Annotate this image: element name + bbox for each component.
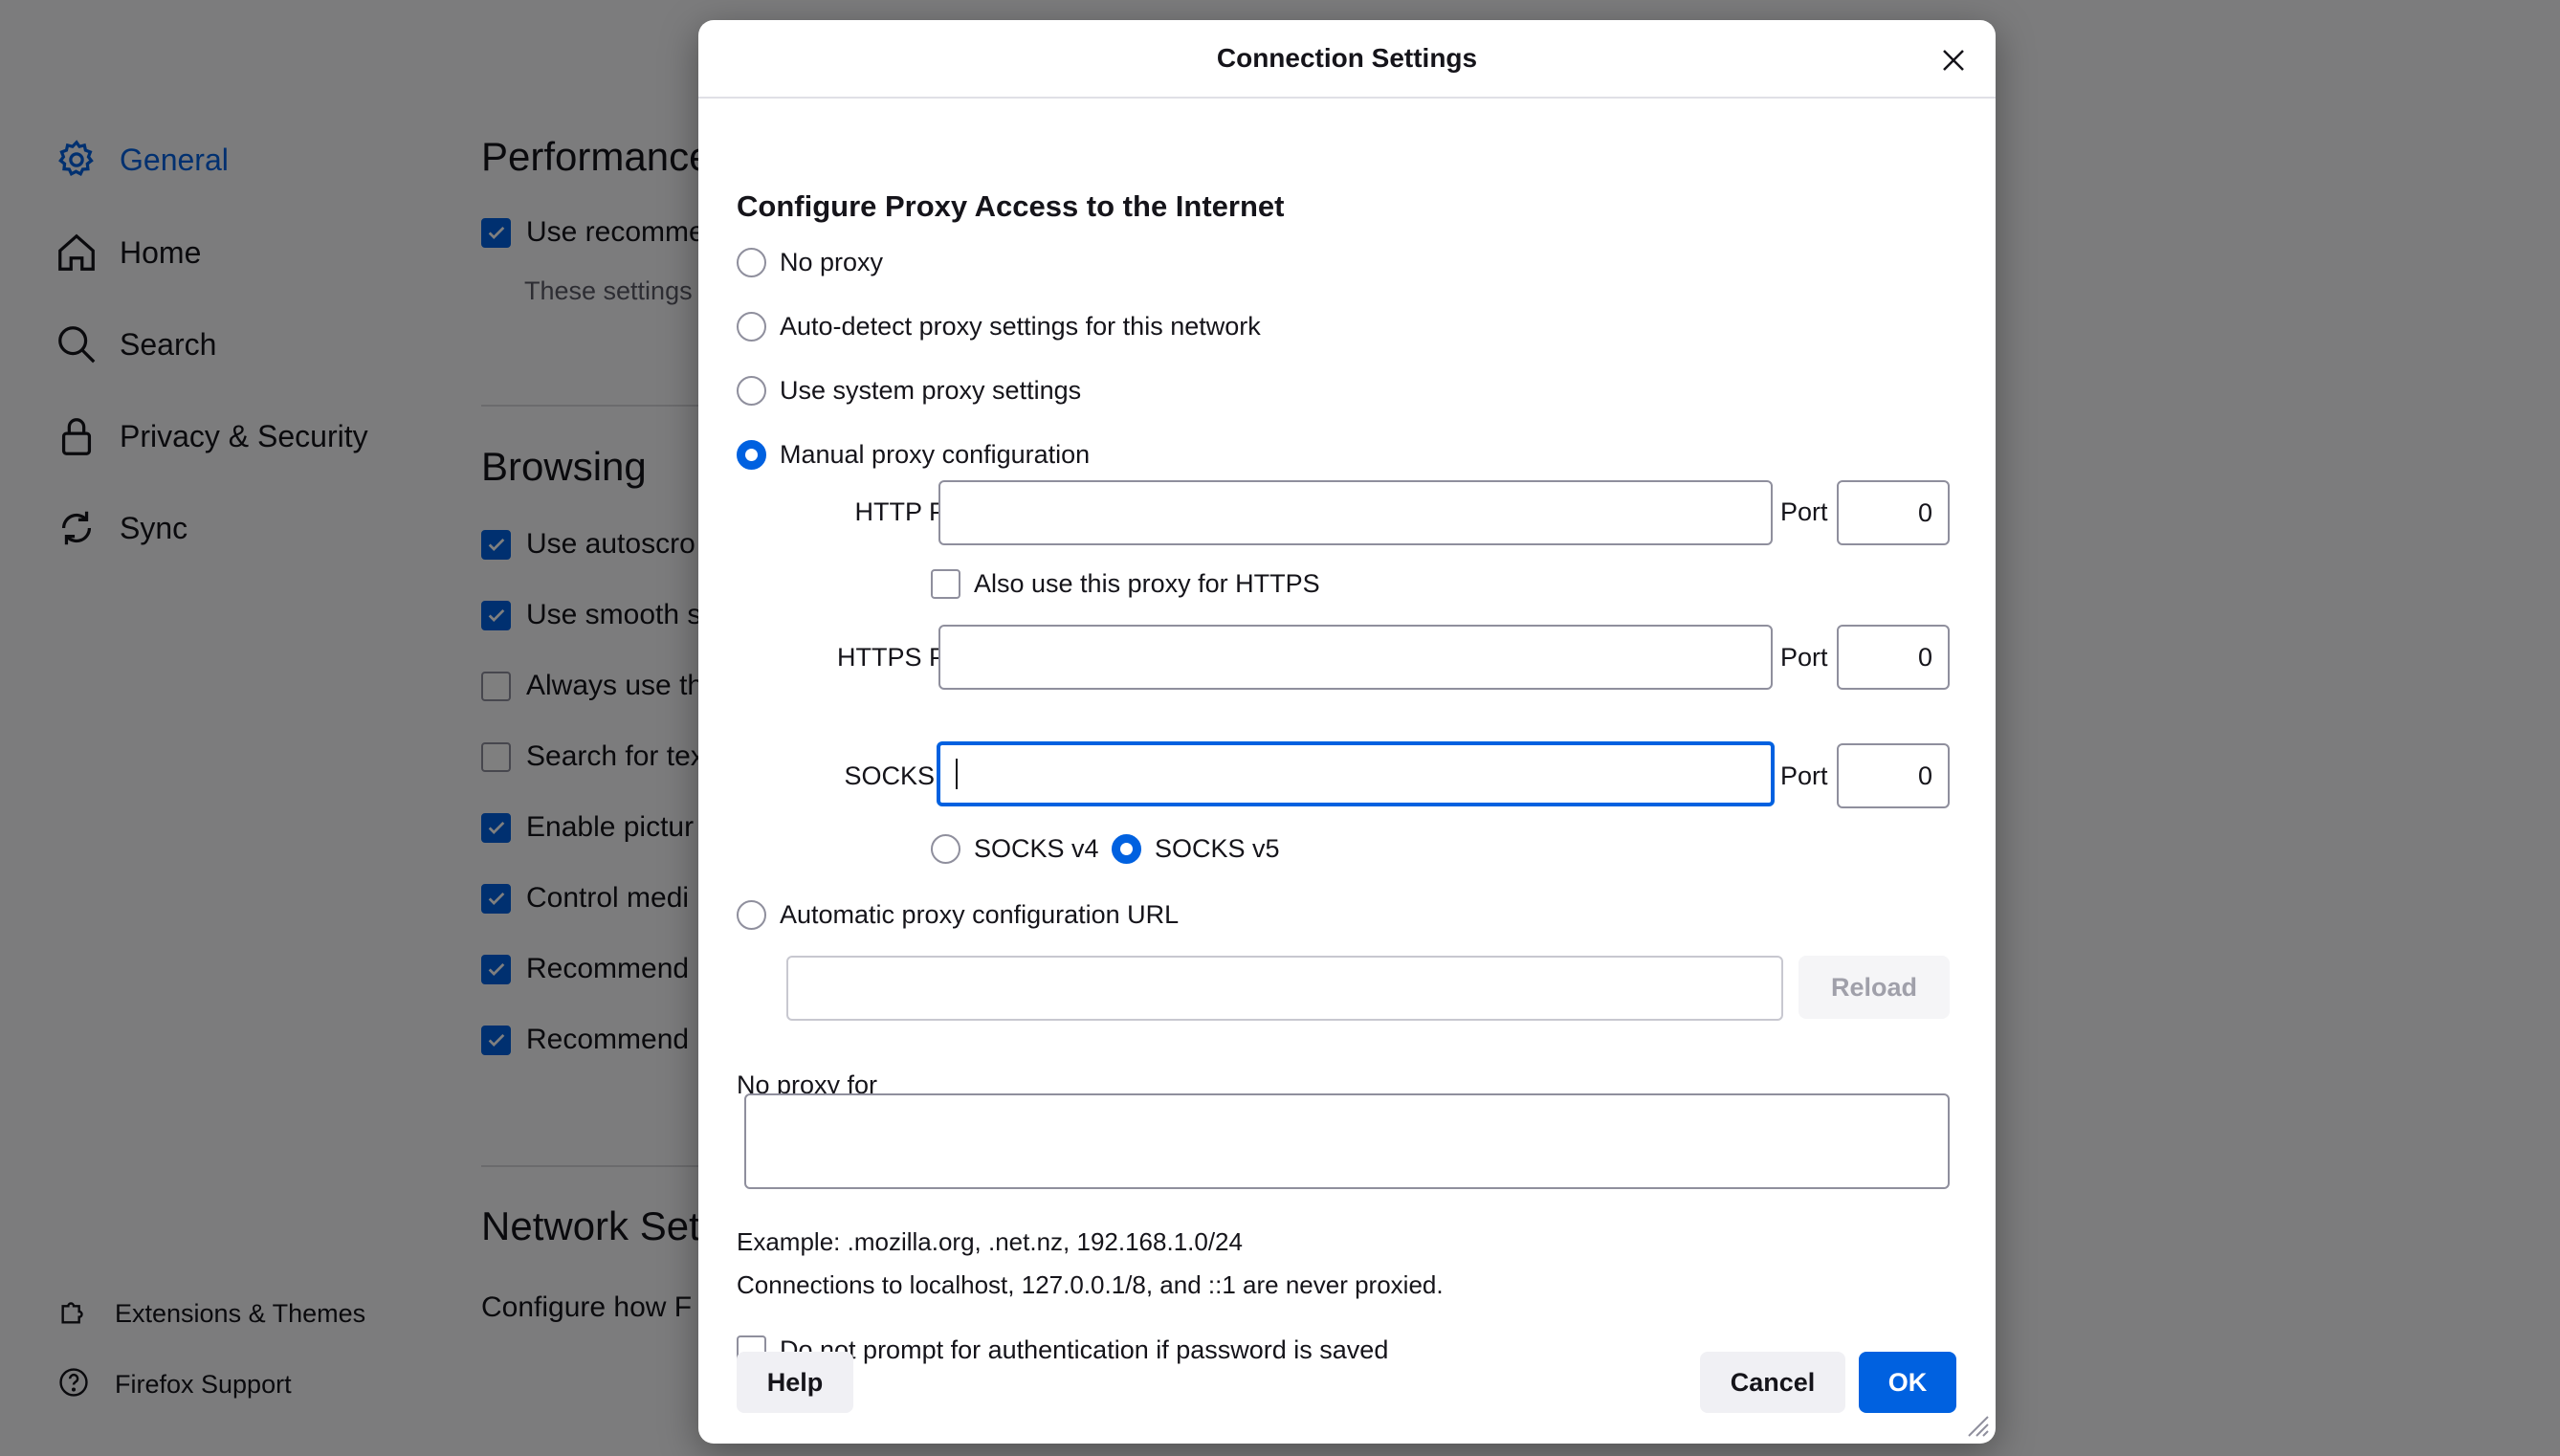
input-value: 0 <box>1917 497 1932 527</box>
dialog-header: Connection Settings <box>698 20 1996 99</box>
radio-indicator <box>737 312 766 342</box>
http-port-label: Port <box>1780 497 1828 526</box>
connection-settings-dialog: Connection Settings Configure Proxy Acce… <box>698 20 1996 1444</box>
radio-indicator <box>737 248 766 277</box>
example-text: Example: .mozilla.org, .net.nz, 192.168.… <box>737 1227 1243 1256</box>
radio-auto-detect[interactable]: Auto-detect proxy settings for this netw… <box>737 312 1261 342</box>
http-proxy-input[interactable] <box>938 480 1773 545</box>
ok-button[interactable]: OK <box>1859 1352 1956 1413</box>
socks-host-input[interactable] <box>937 741 1775 806</box>
radio-label: Auto-detect proxy settings for this netw… <box>780 312 1261 341</box>
radio-system-proxy[interactable]: Use system proxy settings <box>737 376 1081 406</box>
input-value: 0 <box>1917 761 1932 790</box>
no-proxy-for-textarea[interactable] <box>744 1093 1950 1189</box>
radio-socks-v5[interactable]: SOCKS v5 <box>1112 834 1280 864</box>
radio-label: SOCKS v5 <box>1155 834 1280 863</box>
cancel-button[interactable]: Cancel <box>1700 1352 1845 1413</box>
radio-indicator <box>931 834 960 864</box>
close-icon <box>1943 50 1964 71</box>
radio-indicator <box>737 900 766 930</box>
checkbox-label: Do not prompt for authentication if pass… <box>780 1335 1389 1364</box>
radio-label: No proxy <box>780 248 884 276</box>
radio-label: Use system proxy settings <box>780 376 1082 405</box>
also-use-for-https-checkbox[interactable]: Also use this proxy for HTTPS <box>931 569 1320 599</box>
socks-port-input[interactable]: 0 <box>1837 743 1950 808</box>
https-port-label: Port <box>1780 643 1828 672</box>
socks-port-label: Port <box>1780 761 1828 790</box>
radio-indicator <box>737 376 766 406</box>
http-port-input[interactable]: 0 <box>1837 480 1950 545</box>
proxy-heading: Configure Proxy Access to the Internet <box>737 189 1285 223</box>
reload-button[interactable]: Reload <box>1799 956 1950 1019</box>
radio-label: Automatic proxy configuration URL <box>780 900 1180 929</box>
radio-indicator <box>737 440 766 470</box>
radio-no-proxy[interactable]: No proxy <box>737 248 883 277</box>
input-value: 0 <box>1917 642 1932 672</box>
checkbox-indicator <box>931 569 960 599</box>
text-caret <box>956 759 958 789</box>
radio-indicator <box>1112 834 1141 864</box>
radio-auto-config-url[interactable]: Automatic proxy configuration URL <box>737 900 1179 930</box>
resize-grip[interactable] <box>1965 1413 1990 1438</box>
close-button[interactable] <box>1932 39 1975 81</box>
radio-manual-proxy[interactable]: Manual proxy configuration <box>737 440 1090 470</box>
https-port-input[interactable]: 0 <box>1837 625 1950 690</box>
radio-label: Manual proxy configuration <box>780 440 1091 469</box>
radio-label: SOCKS v4 <box>974 834 1099 863</box>
radio-socks-v4[interactable]: SOCKS v4 <box>931 834 1099 864</box>
resize-grip-icon <box>1968 1416 1989 1437</box>
https-proxy-input[interactable] <box>938 625 1773 690</box>
dialog-title: Connection Settings <box>1216 43 1478 73</box>
localhost-note: Connections to localhost, 127.0.0.1/8, a… <box>737 1270 1444 1299</box>
help-button[interactable]: Help <box>737 1352 853 1413</box>
auto-config-url-input[interactable] <box>786 956 1783 1021</box>
checkbox-label: Also use this proxy for HTTPS <box>974 569 1320 598</box>
